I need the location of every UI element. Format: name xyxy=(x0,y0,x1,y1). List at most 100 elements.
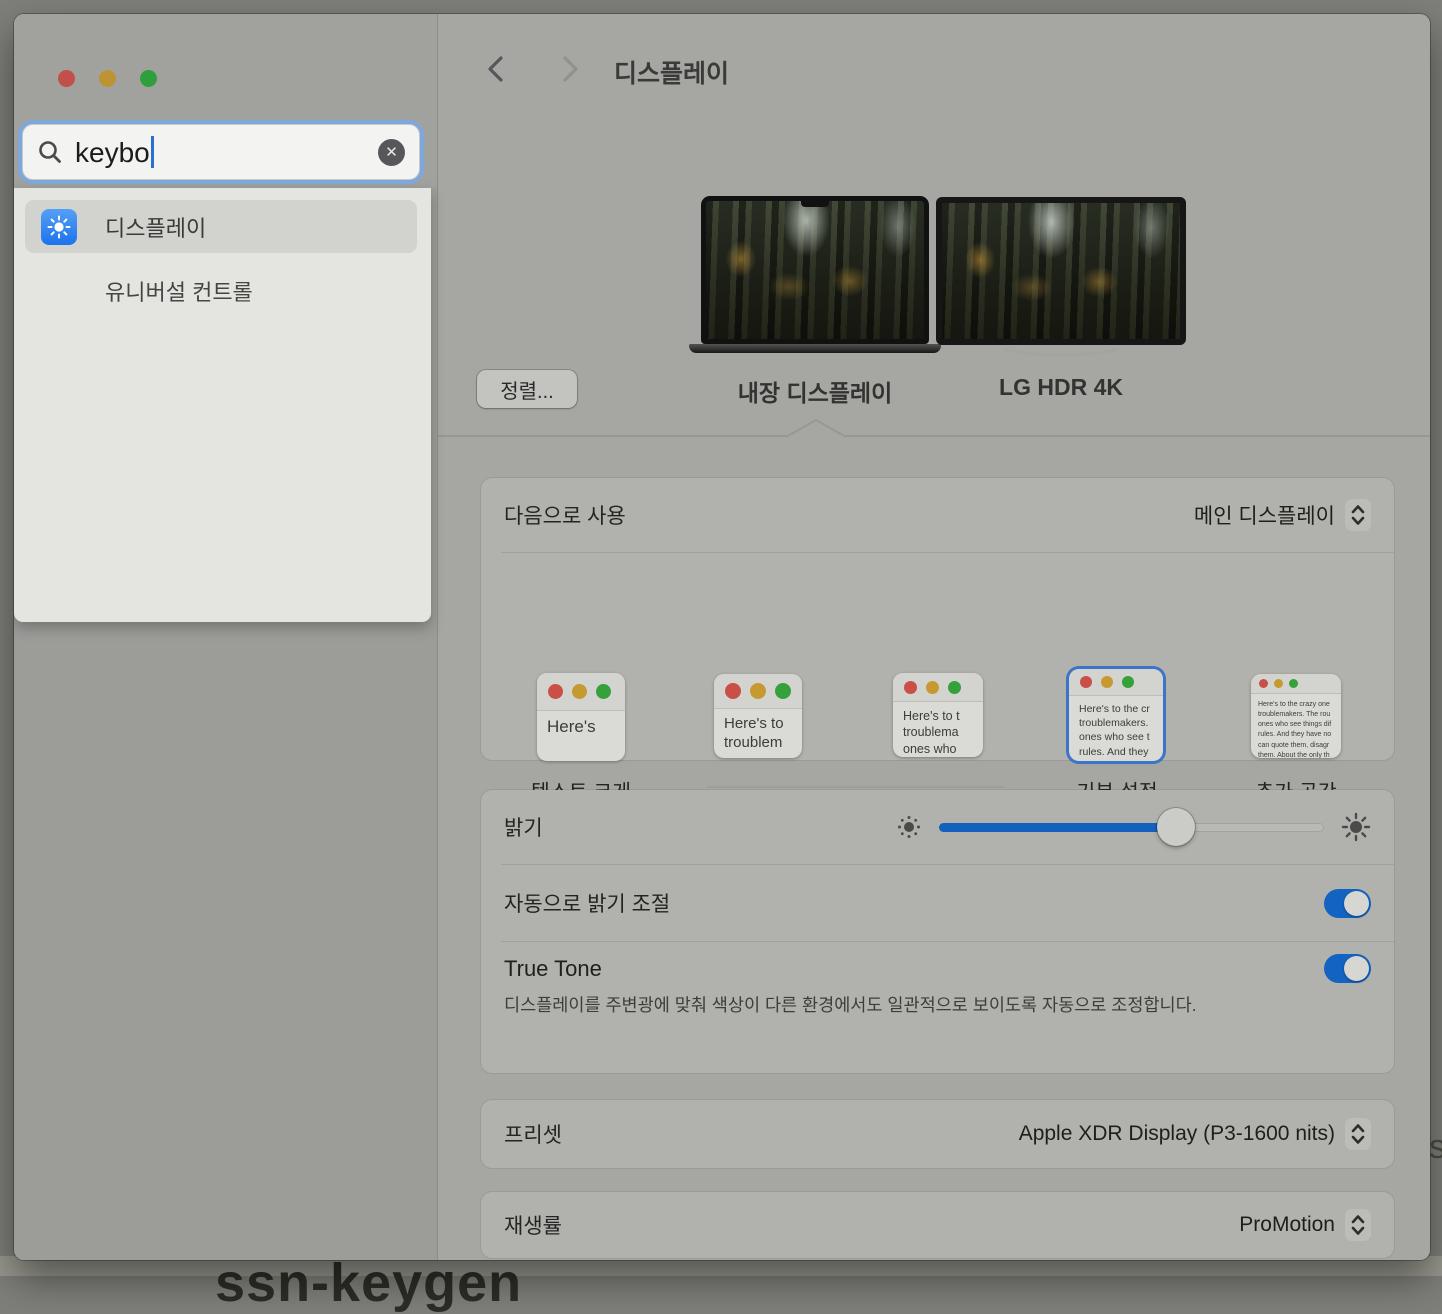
sun-dim-icon xyxy=(896,814,922,840)
mini-close-icon xyxy=(548,684,563,699)
clear-search-button[interactable]: ✕ xyxy=(378,139,405,166)
builtin-display-name: 내장 디스플레이 xyxy=(685,374,945,408)
scaling-option-2[interactable]: Here's to troublem xyxy=(714,674,802,758)
mini-zoom-icon xyxy=(948,681,961,694)
forest-wallpaper xyxy=(706,201,924,339)
builtin-display-screen xyxy=(701,196,929,344)
mini-close-icon xyxy=(1259,679,1268,688)
true-tone-toggle[interactable] xyxy=(1324,954,1371,983)
mini-titlebar xyxy=(1069,669,1163,696)
scaling-options: Here's Here's to troublem xyxy=(481,553,1394,759)
sidebar: keybo ✕ 디스플레이 xyxy=(14,14,438,1260)
mini-zoom-icon xyxy=(1122,676,1134,688)
slider-fill xyxy=(939,823,1176,832)
preview-text: Here's to troublem xyxy=(714,709,802,753)
display-settings-pane: 디스플레이 내장 디스플레이 LG HDR 4K 정렬... 다음으로 사용 xyxy=(438,14,1430,1260)
use-as-label: 다음으로 사용 xyxy=(504,500,626,530)
toggle-knob xyxy=(1344,956,1369,981)
forward-button[interactable] xyxy=(554,54,584,84)
search-result-label: 유니버설 컨트롤 xyxy=(105,275,253,307)
brightness-label: 밝기 xyxy=(504,812,543,842)
search-input[interactable]: keybo ✕ xyxy=(22,124,420,180)
preview-text: Here's to the cr troublemakers. ones who… xyxy=(1069,696,1163,759)
minimize-button[interactable] xyxy=(99,70,116,87)
display-brightness-icon xyxy=(41,209,77,245)
external-display-thumbnail[interactable] xyxy=(936,197,1186,357)
background-partial-text: ssn-keygen xyxy=(215,1252,522,1314)
text-cursor xyxy=(151,136,154,168)
close-button[interactable] xyxy=(58,70,75,87)
scaling-option-default[interactable]: Here's to the cr troublemakers. ones who… xyxy=(1069,669,1163,761)
auto-brightness-row: 자동으로 밝기 조절 xyxy=(481,865,1394,941)
scaling-connector-line xyxy=(707,786,1004,788)
search-input-value: keybo xyxy=(75,136,378,169)
true-tone-description: 디스플레이를 주변광에 맞춰 색상이 다른 환경에서도 일관적으로 보이도록 자… xyxy=(504,991,1244,1019)
external-display-name: LG HDR 4K xyxy=(931,374,1191,401)
external-display-screen xyxy=(936,197,1186,345)
preset-label: 프리셋 xyxy=(504,1119,562,1149)
auto-brightness-label: 자동으로 밝기 조절 xyxy=(504,888,670,918)
search-results-popover: 디스플레이 유니버설 컨트롤 xyxy=(14,188,431,622)
chevron-up-down-icon[interactable] xyxy=(1345,1118,1371,1150)
magnifier-icon xyxy=(37,139,63,165)
mini-titlebar xyxy=(537,673,625,711)
slider-track[interactable] xyxy=(939,823,1324,832)
true-tone-row: True Tone 디스플레이를 주변광에 맞춰 색상이 다른 환경에서도 일관… xyxy=(481,942,1394,1019)
preset-row: 프리셋 Apple XDR Display (P3-1600 nits) xyxy=(481,1100,1394,1168)
search-result-universal-control[interactable]: 유니버설 컨트롤 xyxy=(25,264,417,317)
mini-close-icon xyxy=(725,683,741,699)
mini-minimize-icon xyxy=(750,683,766,699)
scaling-option-larger-text[interactable]: Here's xyxy=(537,673,625,761)
refresh-rate-card: 재생률 ProMotion xyxy=(481,1192,1394,1258)
laptop-notch xyxy=(801,201,829,207)
preview-text: Here's to the crazy one troublemakers. T… xyxy=(1251,694,1341,758)
sun-bright-icon xyxy=(1341,812,1371,842)
system-settings-window: keybo ✕ 디스플레이 xyxy=(14,14,1430,1260)
mini-titlebar xyxy=(893,673,983,702)
mini-minimize-icon xyxy=(1101,676,1113,688)
preset-card: 프리셋 Apple XDR Display (P3-1600 nits) xyxy=(481,1100,1394,1168)
zoom-button[interactable] xyxy=(140,70,157,87)
scaling-option-3[interactable]: Here's to t troublema ones who xyxy=(893,673,983,757)
mini-minimize-icon xyxy=(926,681,939,694)
mini-close-icon xyxy=(904,681,917,694)
search-result-label: 디스플레이 xyxy=(105,211,206,243)
mini-zoom-icon xyxy=(1289,679,1298,688)
scaling-option-more-space[interactable]: Here's to the crazy one troublemakers. T… xyxy=(1251,674,1341,758)
mini-titlebar xyxy=(714,674,802,709)
background-partial-text-right: s xyxy=(1429,1128,1442,1167)
auto-brightness-toggle[interactable] xyxy=(1324,889,1371,918)
refresh-rate-label: 재생률 xyxy=(504,1210,562,1240)
forest-wallpaper xyxy=(942,203,1180,339)
chevron-up-down-icon[interactable] xyxy=(1345,499,1371,531)
preview-text: Here's to t troublema ones who xyxy=(893,702,983,757)
desktop: { "colors": { "accent_blue": "#1263c2", … xyxy=(0,0,1442,1276)
section-divider xyxy=(438,435,1430,437)
brightness-slider xyxy=(896,812,1371,842)
preview-text: Here's xyxy=(537,711,625,737)
preset-value[interactable]: Apple XDR Display (P3-1600 nits) xyxy=(1019,1118,1371,1150)
mini-minimize-icon xyxy=(572,684,587,699)
brightness-card: 밝기 xyxy=(481,790,1394,1073)
chevron-up-down-icon[interactable] xyxy=(1345,1209,1371,1241)
true-tone-label: True Tone xyxy=(504,956,602,982)
use-as-card: 다음으로 사용 메인 디스플레이 xyxy=(481,478,1394,760)
slider-thumb[interactable] xyxy=(1157,808,1195,846)
mini-zoom-icon xyxy=(775,683,791,699)
mini-zoom-icon xyxy=(596,684,611,699)
refresh-rate-value[interactable]: ProMotion xyxy=(1239,1209,1371,1241)
traffic-lights xyxy=(58,70,157,87)
use-as-value[interactable]: 메인 디스플레이 xyxy=(1194,499,1371,531)
back-button[interactable] xyxy=(482,54,512,84)
toggle-knob xyxy=(1344,891,1369,916)
brightness-row: 밝기 xyxy=(481,790,1394,864)
builtin-display-thumbnail[interactable] xyxy=(701,196,929,353)
page-title: 디스플레이 xyxy=(614,54,729,90)
arrange-button[interactable]: 정렬... xyxy=(477,370,577,408)
mini-close-icon xyxy=(1080,676,1092,688)
search-result-display[interactable]: 디스플레이 xyxy=(25,200,417,253)
selected-display-caret xyxy=(786,418,846,438)
laptop-base xyxy=(689,344,941,353)
mini-minimize-icon xyxy=(1274,679,1283,688)
use-as-row: 다음으로 사용 메인 디스플레이 xyxy=(481,478,1394,552)
